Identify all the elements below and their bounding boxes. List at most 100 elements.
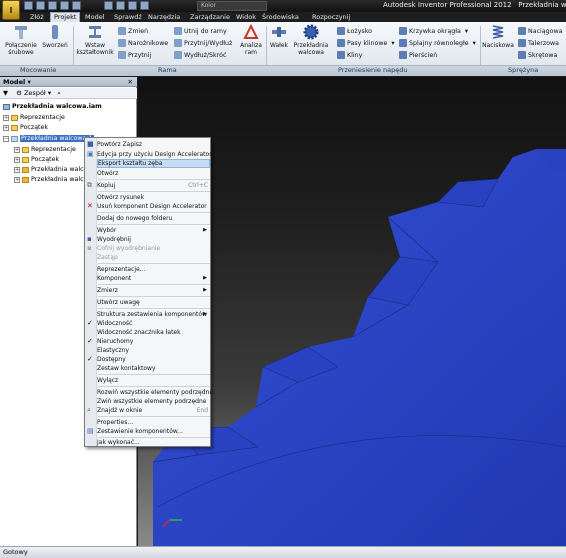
frame-analysis-button[interactable]: Analiza ram: [239, 24, 263, 56]
tab-model[interactable]: Model: [85, 12, 105, 22]
belleville-spring-button[interactable]: Talerzowa: [518, 39, 559, 47]
menu-separator: [98, 212, 210, 213]
browser-title[interactable]: Model: [3, 78, 25, 86]
update-icon[interactable]: [116, 1, 125, 10]
menu-item-open[interactable]: Otwórz: [97, 169, 210, 178]
material-icon[interactable]: [140, 1, 149, 10]
folder-icon: [22, 156, 29, 163]
panel-label-rama[interactable]: Rama: [158, 66, 177, 74]
menu-item-enabled[interactable]: ✓ Dostępny: [87, 355, 210, 364]
open-icon[interactable]: [36, 1, 45, 10]
expand-icon[interactable]: +: [3, 114, 9, 121]
application-menu-button[interactable]: I: [2, 0, 20, 20]
collapse-icon[interactable]: −: [3, 135, 9, 142]
menu-item-bill-of-materials[interactable]: ▤ Zestawienie komponentów...: [87, 427, 210, 436]
menu-item-properties[interactable]: Properties...: [97, 418, 210, 427]
spline-icon: [399, 39, 407, 47]
menu-item-find-in-window[interactable]: ⌕ Znajdź w oknie End: [87, 406, 210, 415]
trim-extend-button[interactable]: Przytnij/Wydłuż: [174, 39, 232, 47]
bolted-connection-button[interactable]: Połączenie śrubowe: [3, 24, 39, 56]
menu-item-export-tooth-shape[interactable]: Eksport kształtu zęba: [97, 159, 210, 168]
undo-icon[interactable]: [60, 1, 69, 10]
menu-item-measure[interactable]: Zmierz ▶: [97, 286, 210, 295]
menu-item-collapse-all[interactable]: Zwiń wszystkie elementy podrzędne: [97, 397, 210, 406]
lengthen-shorten-button[interactable]: Wydłuż/Skróć: [174, 51, 226, 59]
trim-button[interactable]: Przytnij: [118, 51, 151, 59]
miter-button[interactable]: Narożnikowe: [118, 39, 168, 47]
retaining-ring-button[interactable]: Pierścień: [399, 51, 437, 59]
change-button[interactable]: Zmień: [118, 27, 148, 35]
menu-item-grounded[interactable]: ✓ Nieruchomy: [87, 337, 210, 346]
tree-item-origin[interactable]: + Początek: [3, 124, 48, 131]
tab-projekt[interactable]: Projekt: [50, 12, 81, 22]
parallel-splines-button[interactable]: Splajny równoległe ▾: [399, 39, 476, 47]
menu-item-patch-visibility[interactable]: Widoczność znacznika łatek: [97, 328, 210, 337]
design-accelerator-icon: ▣: [87, 150, 94, 158]
filter-icon[interactable]: ▼: [3, 89, 8, 97]
menu-item-visibility[interactable]: ✓ Widoczność: [87, 319, 210, 328]
shaft-button[interactable]: Wałek: [268, 24, 290, 49]
bearing-button[interactable]: Łożysko: [337, 27, 372, 35]
tree-subitem-gear-2[interactable]: + Przekładnia walco: [14, 176, 87, 183]
menu-item-bom-structure[interactable]: Struktura zestawienia komponentów ▶: [97, 310, 210, 319]
menu-item-open-drawing[interactable]: Otwórz rysunek: [97, 193, 210, 202]
disc-cam-button[interactable]: Krzywka okrągła ▾: [399, 27, 468, 35]
menu-item-component[interactable]: Komponent ▶: [97, 274, 210, 283]
menu-item-delete-component[interactable]: ✕ Usuń komponent Design Accelerator: [87, 202, 210, 211]
bolt-icon: [15, 26, 27, 39]
extension-spring-button[interactable]: Naciągowa: [518, 27, 563, 35]
tab-srodowiska[interactable]: Środowiska: [262, 12, 299, 22]
expand-icon[interactable]: +: [14, 166, 20, 173]
menu-item-isolate[interactable]: ▪ Wyodrębnij: [87, 235, 210, 244]
tree-subitem-origin[interactable]: + Początek: [14, 156, 59, 163]
save-icon[interactable]: [48, 1, 57, 10]
browser-toolbar: ▼ ⚙ Zespół ▾ ⌕: [0, 88, 137, 99]
expand-icon[interactable]: +: [14, 156, 20, 163]
tree-root[interactable]: Przekładnia walcowa.iam: [3, 103, 102, 110]
menu-item-selection[interactable]: Wybór ▶: [97, 226, 210, 235]
tab-zloz[interactable]: Złóż: [30, 12, 44, 22]
assembly-view-dropdown[interactable]: ⚙ Zespół ▾: [16, 89, 51, 97]
expand-icon[interactable]: +: [14, 146, 20, 153]
menu-item-contact-set[interactable]: Zestaw kontaktowy: [97, 364, 210, 373]
tree-subitem-gear-1[interactable]: + Przekładnia walco: [14, 166, 87, 173]
color-dropdown[interactable]: Kolor: [197, 1, 267, 11]
pin-icon: [52, 25, 58, 39]
tree-item-gear-selected[interactable]: − Przekładnia walcowa:1: [3, 135, 94, 142]
menu-item-expand-all[interactable]: Rozwiń wszystkie elementy podrzędne: [97, 388, 213, 397]
tab-sprawdz[interactable]: Sprawdź: [114, 12, 142, 22]
close-icon[interactable]: ✕: [128, 77, 133, 87]
tree-subitem-representations[interactable]: + Reprezentacje: [14, 146, 76, 153]
binoculars-icon[interactable]: ⌕: [57, 89, 61, 97]
redo-icon[interactable]: [72, 1, 81, 10]
print-icon[interactable]: [104, 1, 113, 10]
insert-frame-button[interactable]: Wstaw kształtownik: [76, 24, 114, 56]
menu-item-suppress[interactable]: Wyłącz: [97, 376, 210, 385]
menu-item-flexible[interactable]: Elastyczny: [97, 346, 210, 355]
select-icon[interactable]: [128, 1, 137, 10]
tree-item-representations[interactable]: + Reprezentacje: [3, 114, 65, 121]
compression-spring-button[interactable]: Naciskowa: [481, 24, 515, 49]
lengthen-icon: [174, 51, 182, 59]
panel-label-przeniesienie[interactable]: Przeniesienie napędu: [338, 66, 407, 74]
expand-icon[interactable]: +: [14, 176, 20, 183]
tab-zarzadzanie[interactable]: Zarządzanie: [190, 12, 230, 22]
keys-button[interactable]: Kliny: [337, 51, 362, 59]
expand-icon[interactable]: +: [3, 124, 9, 131]
menu-item-create-note[interactable]: Utwórz uwagę: [97, 298, 210, 307]
spur-gear-button[interactable]: Przekładnia walcowa: [293, 24, 329, 56]
trim-to-frame-button[interactable]: Utnij do ramy: [174, 27, 227, 35]
tab-widok[interactable]: Widok: [236, 12, 256, 22]
tab-rozpoczynij[interactable]: Rozpoczynij: [312, 12, 350, 22]
menu-item-add-to-folder[interactable]: Dodaj do nowego folderu: [97, 214, 210, 223]
tab-narzedzia[interactable]: Narzędzia: [148, 12, 180, 22]
v-belts-button[interactable]: Pasy klinowe ▾: [337, 39, 395, 47]
menu-item-representations[interactable]: Reprezentacje...: [97, 265, 210, 274]
menu-item-edit-design-accelerator[interactable]: ▣ Edycja przy użyciu Design Accelerator: [87, 150, 212, 159]
pin-button[interactable]: Sworzeń: [41, 24, 69, 49]
menu-item-copy[interactable]: ⧉ Kopiuj Ctrl+C: [87, 181, 210, 190]
menu-item-repeat-save[interactable]: ■ Powtórz Zapisz: [87, 140, 210, 149]
menu-item-how-to[interactable]: Jak wykonać...: [97, 438, 210, 447]
torsion-spring-button[interactable]: Skrętowa: [518, 51, 557, 59]
new-icon[interactable]: [24, 1, 33, 10]
